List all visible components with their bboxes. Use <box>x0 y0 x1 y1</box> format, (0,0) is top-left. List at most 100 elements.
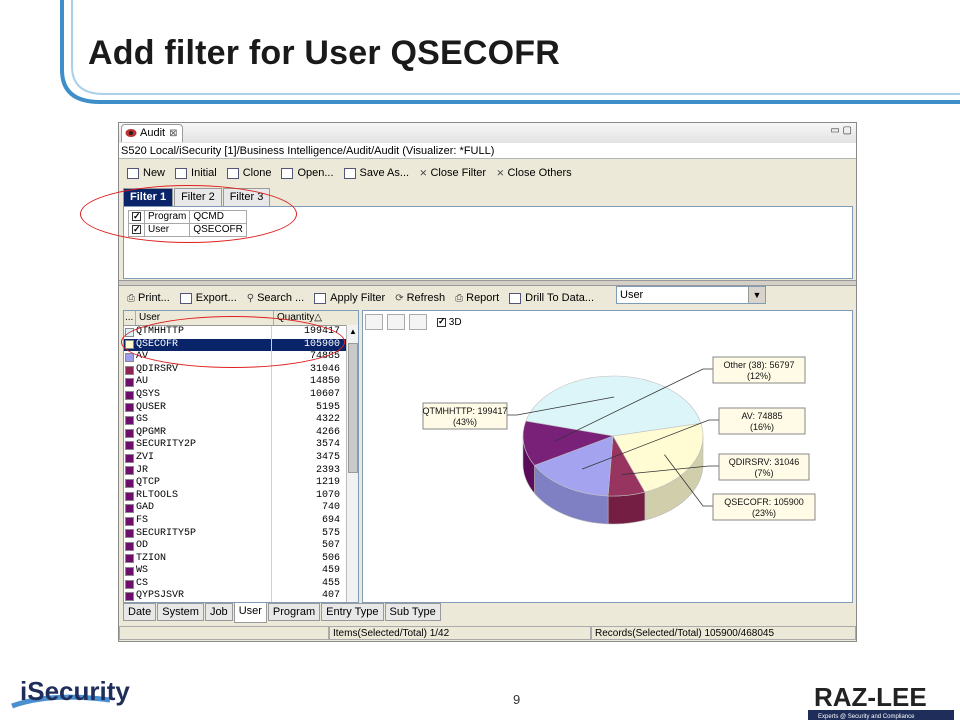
table-row[interactable]: FS 694 <box>124 514 358 528</box>
tab-audit[interactable]: Audit ⊠ <box>121 124 183 142</box>
tab-sub-type[interactable]: Sub Type <box>384 603 441 621</box>
swatch-color <box>124 428 134 438</box>
user-cell: SECURITY2P <box>134 439 272 452</box>
export-button[interactable]: Export... <box>179 292 237 304</box>
table-row[interactable]: AV 74885 <box>124 351 358 364</box>
tab-user[interactable]: User <box>233 603 267 623</box>
close-others-button[interactable]: ⨯ Close Others <box>496 167 572 179</box>
window-controls[interactable]: ▭ ▢ <box>830 125 852 136</box>
column-header-menu[interactable]: ... <box>124 311 136 325</box>
tab-entry-type[interactable]: Entry Type <box>321 603 384 621</box>
filter-value[interactable]: QCMD <box>189 210 247 224</box>
scroll-thumb[interactable] <box>348 343 358 473</box>
audit-eye-icon <box>125 129 137 137</box>
series-swatch <box>124 477 134 490</box>
swatch-color <box>124 504 134 514</box>
new-button[interactable]: New <box>127 167 165 179</box>
quantity-cell: 1219 <box>315 477 340 489</box>
table-row[interactable]: QSECOFR 105900 <box>124 338 358 352</box>
table-row[interactable]: CS 455 <box>124 577 358 591</box>
quantity-cell: 5195 <box>315 401 340 413</box>
table-row[interactable]: QTMHHTTP 199417 <box>124 326 358 339</box>
column-header-user[interactable]: User <box>136 311 274 325</box>
group-tabs: Date System Job User Program Entry Type … <box>123 603 442 623</box>
swatch-color <box>124 466 134 476</box>
quantity-cell: 3574 <box>315 439 340 451</box>
tab-date[interactable]: Date <box>123 603 157 621</box>
series-swatch <box>124 553 134 566</box>
swatch-color <box>124 478 134 488</box>
data-label: Other (38): 56797 <box>723 360 794 370</box>
data-label: (7%) <box>754 468 773 478</box>
data-label: (23%) <box>752 508 776 518</box>
search-button[interactable]: ⚲ Search ... <box>247 292 304 304</box>
grid-body: QTMHHTTP 199417 QSECOFR 105900 AV 74885 QDIRSR… <box>124 326 358 602</box>
drill-to-data-button[interactable]: Drill To Data... <box>509 292 594 304</box>
grid-header: ... User Quantity△ <box>124 311 358 326</box>
filter-row: User QSECOFR <box>128 223 247 237</box>
series-swatch <box>124 439 134 452</box>
table-row[interactable]: SECURITY2P 3574 <box>124 439 358 452</box>
audit-window: Audit ⊠ ▭ ▢ S520 Local/iSecurity [1]/Busi… <box>118 122 857 642</box>
table-row[interactable]: SECURITY5P 575 <box>124 527 358 541</box>
tab-program[interactable]: Program <box>267 603 321 621</box>
filter-value[interactable]: QSECOFR <box>189 223 247 237</box>
filter-field[interactable]: Program <box>143 210 191 224</box>
apply-filter-button[interactable]: Apply Filter <box>314 292 385 304</box>
table-row[interactable]: WS 459 <box>124 565 358 578</box>
table-row[interactable]: RLTOOLS 1070 <box>124 489 358 503</box>
save-icon <box>343 167 356 179</box>
series-swatch <box>124 590 134 602</box>
print-button[interactable]: ⎙ Print... <box>127 292 170 304</box>
initial-button[interactable]: Initial <box>175 167 217 179</box>
data-label: (43%) <box>453 417 477 427</box>
table-row[interactable]: AU 14850 <box>124 376 358 389</box>
group-by-select[interactable]: User ▼ <box>616 286 766 304</box>
initial-label: Initial <box>191 167 217 179</box>
table-row[interactable]: OD 507 <box>124 540 358 553</box>
table-row[interactable]: QPGMR 4266 <box>124 426 358 440</box>
clone-icon <box>226 167 239 179</box>
table-row[interactable]: QSYS 10607 <box>124 388 358 402</box>
chevron-down-icon[interactable]: ▼ <box>748 287 765 303</box>
grid-scrollbar[interactable]: ▲ <box>346 325 358 602</box>
initial-icon <box>175 167 188 179</box>
close-icon[interactable]: ⊠ <box>169 128 177 139</box>
table-row[interactable]: GS 4322 <box>124 414 358 427</box>
quantity-cell: 105900 <box>303 338 340 350</box>
tab-filter-3[interactable]: Filter 3 <box>222 188 271 206</box>
table-row[interactable]: ZVI 3475 <box>124 451 358 465</box>
report-button[interactable]: ⎙ Report <box>455 292 499 304</box>
tab-audit-label: Audit <box>140 127 166 139</box>
user-cell: SECURITY5P <box>134 527 272 541</box>
series-swatch <box>124 528 134 541</box>
open-button[interactable]: Open... <box>281 167 334 179</box>
filter-field[interactable]: User <box>143 223 191 237</box>
export-icon <box>179 292 192 304</box>
table-row[interactable]: QYPSJSVR 407 <box>124 590 358 602</box>
tab-system[interactable]: System <box>157 603 204 621</box>
table-row[interactable]: GAD 740 <box>124 502 358 515</box>
swatch-color <box>124 529 134 539</box>
close-filter-button[interactable]: ⨯ Close Filter <box>419 167 486 179</box>
table-row[interactable]: QTCP 1219 <box>124 477 358 490</box>
save-as-button[interactable]: Save As... <box>343 167 409 179</box>
user-cell: QTCP <box>134 477 272 490</box>
filter-checkbox[interactable] <box>132 223 141 235</box>
table-row[interactable]: JR 2393 <box>124 464 358 478</box>
swatch-color <box>124 365 134 375</box>
clone-button[interactable]: Clone <box>226 167 271 179</box>
user-cell: AU <box>134 376 272 389</box>
tab-filter-2[interactable]: Filter 2 <box>174 188 222 206</box>
tab-job[interactable]: Job <box>204 603 233 621</box>
table-row[interactable]: TZION 506 <box>124 552 358 566</box>
data-label: QDIRSRV: 31046 <box>729 457 800 467</box>
column-header-quantity[interactable]: Quantity△ <box>274 311 346 325</box>
refresh-button[interactable]: ⟳ Refresh <box>395 292 445 304</box>
scroll-up-icon[interactable]: ▲ <box>349 327 357 336</box>
table-row[interactable]: QUSER 5195 <box>124 401 358 415</box>
tab-filter-1[interactable]: Filter 1 <box>123 188 174 206</box>
filter-checkbox[interactable] <box>132 210 141 222</box>
table-row[interactable]: QDIRSRV 31046 <box>124 363 358 377</box>
user-cell: QTMHHTTP <box>134 326 272 339</box>
